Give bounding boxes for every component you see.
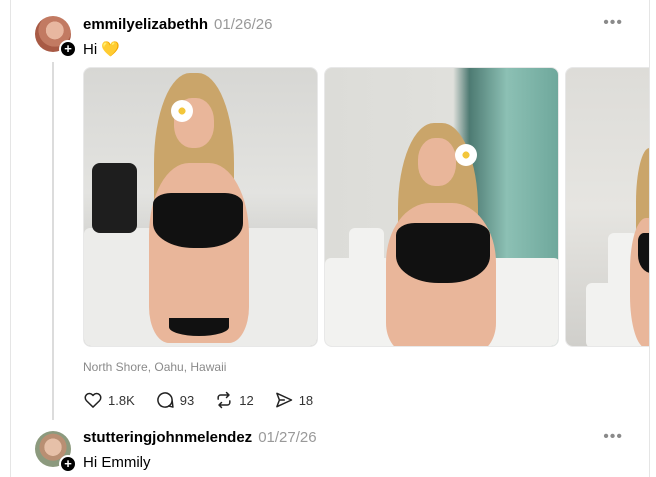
send-icon (275, 392, 292, 408)
post-1-actions: 1.8K 93 12 18 (83, 390, 313, 410)
share-count: 18 (298, 392, 314, 408)
figure-3 (616, 148, 649, 346)
post-2-timestamp[interactable]: 01/27/26 (258, 429, 316, 446)
repost-icon (217, 391, 231, 409)
carousel-photo-2[interactable] (324, 67, 559, 347)
post-2-header: stutteringjohnmelendez 01/27/26 (83, 429, 317, 446)
post-1-location[interactable]: North Shore, Oahu, Hawaii (83, 360, 226, 374)
thread-feed: + emmilyelizabethh 01/26/26 ••• Hi 💛 Nor… (10, 0, 650, 477)
post-1-avatar[interactable]: + (35, 16, 77, 58)
like-button[interactable]: 1.8K (83, 390, 135, 410)
reply-button[interactable]: 93 (155, 390, 194, 410)
pillow-shape (349, 228, 384, 288)
follow-plus-icon[interactable]: + (59, 40, 77, 58)
repost-button[interactable]: 12 (214, 390, 254, 410)
post-1-timestamp[interactable]: 01/26/26 (214, 16, 272, 33)
heart-icon (84, 392, 102, 408)
post-1-more-icon[interactable]: ••• (603, 14, 623, 32)
post-1-username[interactable]: emmilyelizabethh (83, 16, 208, 33)
figure-1 (139, 68, 279, 346)
post-2-more-icon[interactable]: ••• (603, 428, 623, 446)
follow-plus-icon[interactable]: + (59, 455, 77, 473)
reply-count: 93 (179, 392, 195, 408)
like-count: 1.8K (108, 392, 135, 408)
post-2-avatar[interactable]: + (35, 431, 77, 473)
pillow-shape (92, 163, 137, 233)
thread-connector-line (52, 62, 54, 420)
image-carousel[interactable] (83, 67, 649, 347)
share-button[interactable]: 18 (274, 390, 313, 410)
repost-count: 12 (239, 392, 254, 408)
post-2-text: Hi Emmily (83, 454, 151, 471)
comment-icon (156, 392, 174, 408)
carousel-photo-3[interactable] (565, 67, 649, 347)
post-2-username[interactable]: stutteringjohnmelendez (83, 429, 252, 446)
post-1-text: Hi 💛 (83, 41, 121, 58)
post-1-header: emmilyelizabethh 01/26/26 (83, 16, 272, 33)
carousel-photo-1[interactable] (83, 67, 318, 347)
figure-2 (380, 118, 510, 346)
